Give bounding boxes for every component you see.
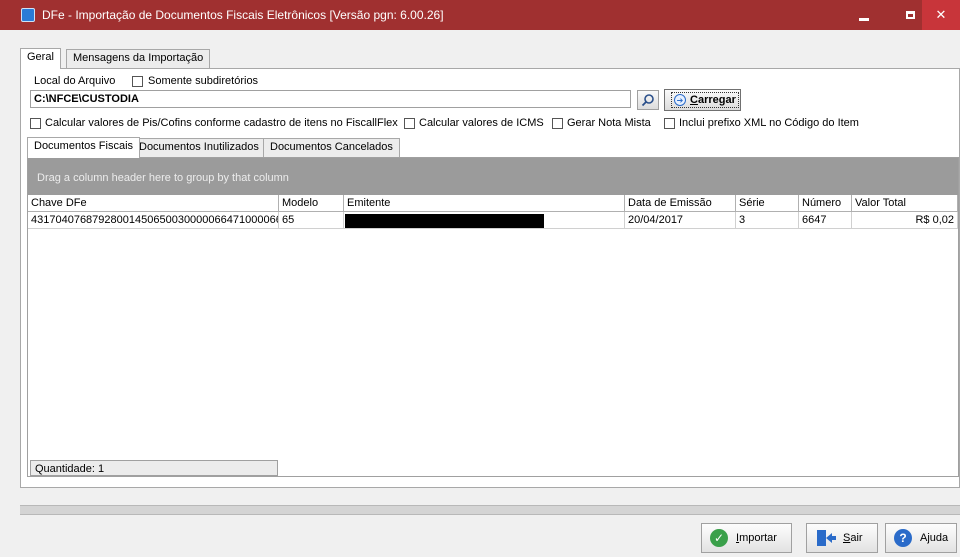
option-label-icms: Calcular valores de ICMS xyxy=(419,117,544,129)
option-checkbox-pis-cofins[interactable] xyxy=(30,118,41,129)
import-button[interactable]: ✓ Importar xyxy=(701,523,792,553)
exit-door-icon xyxy=(817,530,836,546)
arrow-right-icon: ➔ xyxy=(674,94,686,106)
title-bar: DFe - Importação de Documentos Fiscais E… xyxy=(0,0,960,30)
help-button-label: Ajuda xyxy=(920,532,949,544)
cell-valor-total: R$ 0,02 xyxy=(852,212,958,229)
close-icon: ✕ xyxy=(935,7,947,22)
column-header-serie[interactable]: Série xyxy=(736,195,799,212)
exit-button-label: Sair xyxy=(843,532,863,544)
file-path-input[interactable]: C:\NFCE\CUSTODIA xyxy=(30,90,631,108)
load-button-inner: ➔ Carregar xyxy=(671,92,739,108)
tab-documentos-fiscais[interactable]: Documentos Fiscais xyxy=(27,137,141,158)
documents-grid: Drag a column header here to group by th… xyxy=(27,157,959,477)
tab-mensagens-importacao[interactable]: Mensagens da Importação xyxy=(66,49,211,68)
maximize-icon xyxy=(905,11,915,19)
file-location-label: Local do Arquivo xyxy=(34,75,116,87)
search-icon xyxy=(641,94,654,107)
option-checkbox-nota-mista[interactable] xyxy=(552,118,563,129)
quantity-footer: Quantidade: 1 xyxy=(30,460,278,476)
option-checkbox-prefixo-xml[interactable] xyxy=(664,118,675,129)
import-button-label: Importar xyxy=(736,532,777,544)
tab-geral[interactable]: Geral xyxy=(20,48,61,69)
subdirs-label: Somente subdiretórios xyxy=(148,75,259,87)
column-header-modelo[interactable]: Modelo xyxy=(279,195,344,212)
check-icon: ✓ xyxy=(710,529,728,547)
cell-serie: 3 xyxy=(736,212,799,229)
group-by-panel[interactable]: Drag a column header here to group by th… xyxy=(28,158,958,195)
tab-documentos-cancelados[interactable]: Documentos Cancelados xyxy=(263,138,400,157)
load-button-label: Carregar xyxy=(690,94,736,106)
close-button[interactable]: ✕ xyxy=(922,0,960,30)
status-strip xyxy=(20,505,960,515)
cell-numero: 6647 xyxy=(799,212,852,229)
window-title: DFe - Importação de Documentos Fiscais E… xyxy=(42,8,444,22)
help-icon: ? xyxy=(894,529,912,547)
subdirs-checkbox[interactable] xyxy=(132,76,143,87)
option-checkbox-icms[interactable] xyxy=(404,118,415,129)
option-label-nota-mista: Gerar Nota Mista xyxy=(567,117,651,129)
column-header-data-emissao[interactable]: Data de Emissão xyxy=(625,195,736,212)
column-header-emitente[interactable]: Emitente xyxy=(344,195,625,212)
redacted-emitente xyxy=(345,214,544,228)
load-button[interactable]: ➔ Carregar xyxy=(664,89,741,111)
help-button[interactable]: ? Ajuda xyxy=(885,523,957,553)
option-label-pis-cofins: Calcular valores de Pis/Cofins conforme … xyxy=(45,117,398,129)
cell-modelo: 65 xyxy=(279,212,344,229)
minimize-button[interactable] xyxy=(842,0,886,30)
cell-data-emissao: 20/04/2017 xyxy=(625,212,736,229)
app-icon xyxy=(21,8,35,22)
exit-button[interactable]: Sair xyxy=(806,523,878,553)
cell-chave: 4317040768792800145065003000006647100006… xyxy=(28,212,279,229)
tab-documentos-inutilizados[interactable]: Documentos Inutilizados xyxy=(132,138,266,157)
minimize-icon xyxy=(859,17,869,21)
column-header-valor-total[interactable]: Valor Total xyxy=(852,195,958,212)
option-label-prefixo-xml: Inclui prefixo XML no Código do Item xyxy=(679,117,859,129)
column-header-numero[interactable]: Número xyxy=(799,195,852,212)
column-header-chave[interactable]: Chave DFe xyxy=(28,195,279,212)
browse-button[interactable] xyxy=(637,90,659,110)
